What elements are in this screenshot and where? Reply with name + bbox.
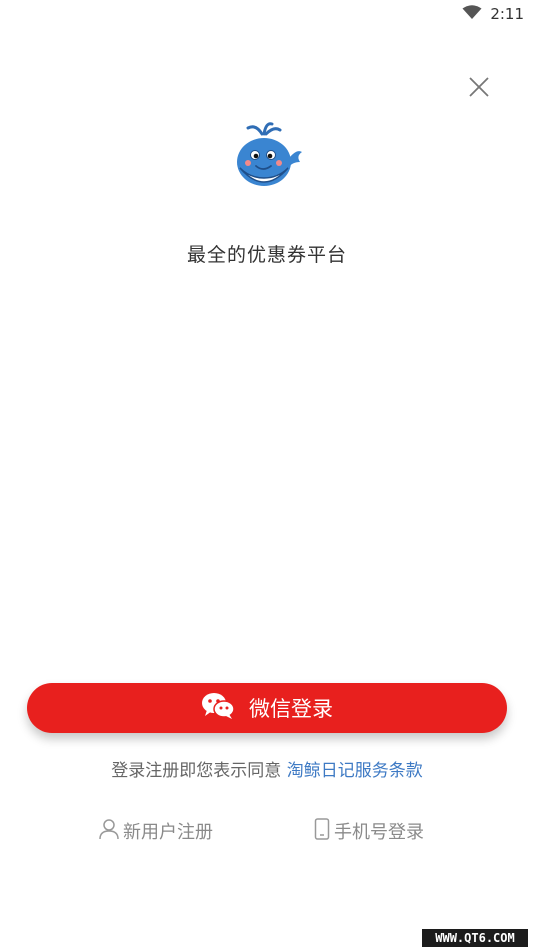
wechat-icon — [201, 692, 235, 725]
wifi-icon — [462, 4, 482, 24]
person-icon — [99, 818, 119, 845]
terms-text: 登录注册即您表示同意 淘鲸日记服务条款 — [0, 756, 534, 781]
close-icon — [469, 77, 489, 97]
terms-link[interactable]: 淘鲸日记服务条款 — [287, 761, 423, 781]
whale-logo-icon — [226, 118, 308, 192]
phone-icon — [314, 817, 330, 845]
watermark: WWW.QT6.COM — [422, 929, 528, 947]
status-right: 2:11 — [462, 4, 524, 24]
new-user-register-button[interactable]: 新用户注册 — [99, 817, 213, 845]
status-bar: 2:11 — [0, 0, 534, 28]
slogan: 最全的优惠券平台 — [186, 244, 347, 266]
wechat-login-label: 微信登录 — [249, 697, 333, 721]
new-user-register-label: 新用户注册 — [123, 822, 213, 843]
status-time: 2:11 — [490, 5, 524, 23]
phone-login-button[interactable]: 手机号登录 — [314, 817, 424, 845]
close-button[interactable] — [462, 70, 496, 104]
phone-login-label: 手机号登录 — [334, 822, 424, 843]
wechat-login-button[interactable]: 微信登录 — [27, 683, 507, 733]
terms-prefix: 登录注册即您表示同意 — [111, 761, 287, 781]
